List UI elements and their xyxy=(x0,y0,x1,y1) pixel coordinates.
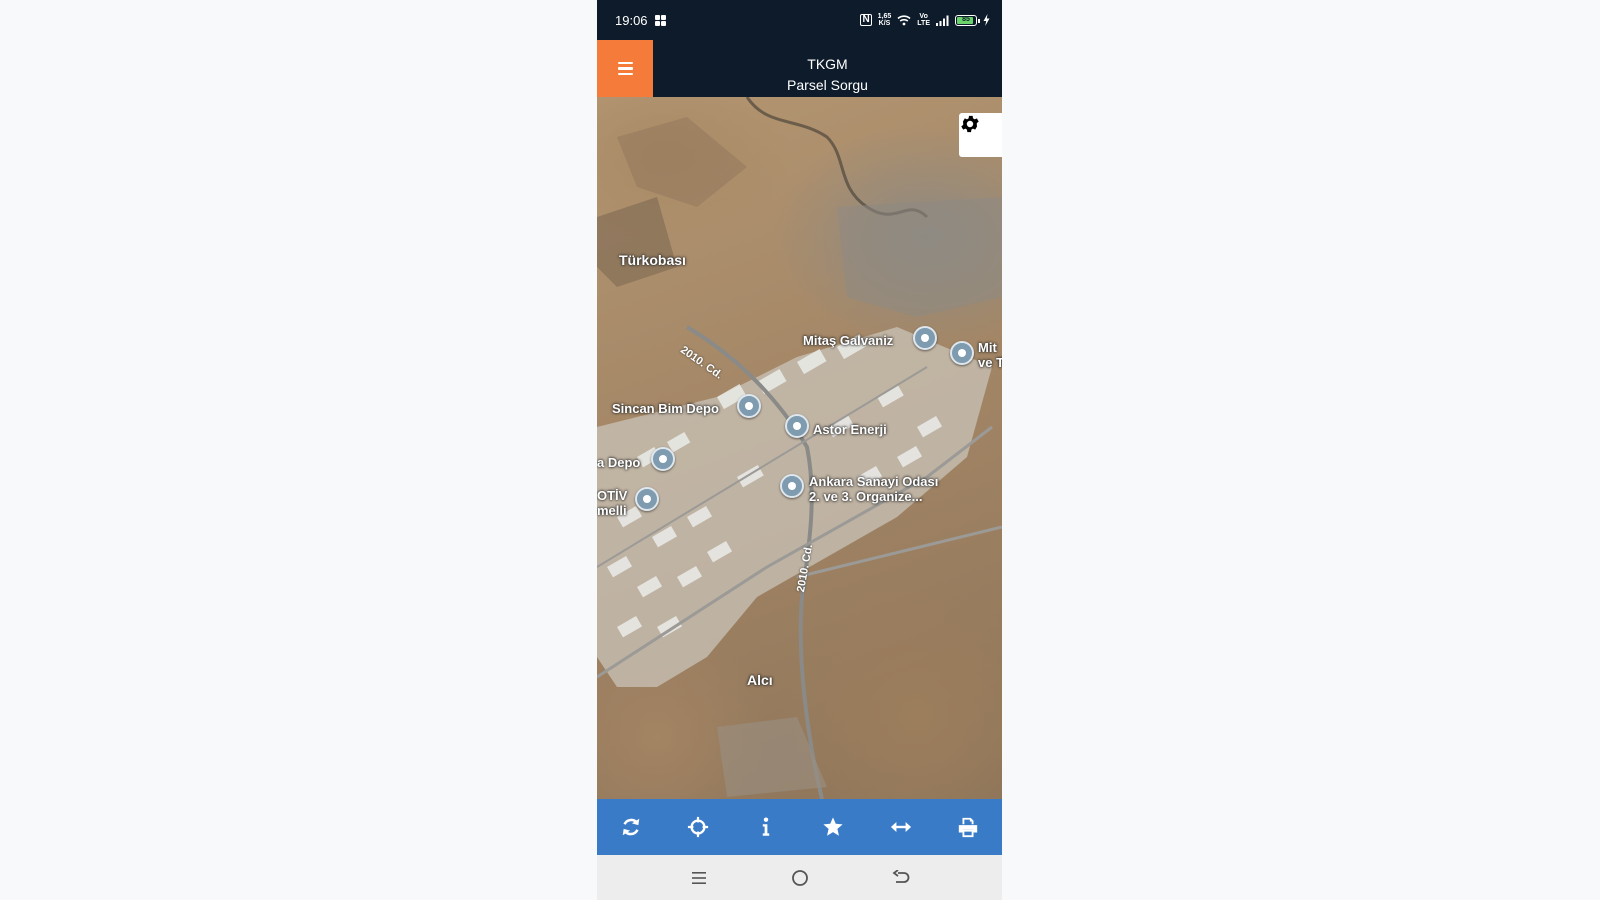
map-pin-ankara-sanayi-odasi[interactable] xyxy=(780,474,804,498)
nfc-icon: N xyxy=(860,14,872,26)
map-label-sincan-bim-depo: Sincan Bim Depo xyxy=(612,401,719,416)
map-pin-mitas-galvaniz[interactable] xyxy=(913,326,937,350)
map-label-turkobasi: Türkobası xyxy=(619,252,686,268)
network-speed-value: 1,65 xyxy=(877,13,892,20)
map-pin-depo[interactable] xyxy=(651,447,675,471)
recent-apps-button[interactable] xyxy=(687,866,711,890)
map-label-mitas-partial: Mit ve T xyxy=(978,340,1002,370)
satellite-map[interactable]: Türkobası 2010. Cd. 2010. Cd. Mitaş Galv… xyxy=(597,97,1002,799)
settings-button[interactable] xyxy=(959,113,1002,157)
app-title-block: TKGM Parsel Sorgu xyxy=(653,54,1002,96)
measure-arrows-icon xyxy=(890,821,911,833)
menu-button[interactable] xyxy=(597,40,653,97)
map-label-otiv-line1: OTİV xyxy=(597,488,628,503)
star-icon xyxy=(823,817,843,836)
app-bar: TKGM Parsel Sorgu xyxy=(597,40,1002,97)
map-label-astor-enerji: Astor Enerji xyxy=(813,422,887,437)
wifi-icon xyxy=(897,15,911,26)
network-speed-unit: K/S xyxy=(878,20,891,27)
back-button[interactable] xyxy=(889,866,913,890)
volte-line1: Vo xyxy=(919,13,928,20)
map-toolbar xyxy=(597,799,1002,855)
signal-icon xyxy=(936,15,949,26)
refresh-icon xyxy=(622,818,639,836)
back-icon xyxy=(892,869,909,883)
crosshairs-icon xyxy=(688,816,709,838)
volte-indicator: Vo LTE xyxy=(917,13,930,27)
android-nav-bar xyxy=(597,855,1002,900)
hamburger-menu-icon xyxy=(617,61,633,76)
status-bar: 19:06 N 1,65 K/S Vo LTE 85 xyxy=(597,0,1002,40)
map-pin-astor-enerji[interactable] xyxy=(785,414,809,438)
info-icon xyxy=(762,817,769,836)
refresh-button[interactable] xyxy=(597,799,665,855)
recent-apps-icon xyxy=(691,871,706,884)
map-label-alci: Alcı xyxy=(747,672,773,688)
home-button[interactable] xyxy=(788,866,812,890)
charging-icon xyxy=(983,14,990,26)
phone-screen: 19:06 N 1,65 K/S Vo LTE 85 TKGM Parsel S… xyxy=(597,0,1002,900)
measure-button[interactable] xyxy=(867,799,935,855)
map-label-mitas-partial-line1: Mit xyxy=(978,340,997,355)
home-icon xyxy=(791,869,808,886)
print-icon xyxy=(959,817,978,838)
apps-grid-icon xyxy=(655,15,666,26)
map-label-aso: Ankara Sanayi Odası 2. ve 3. Organize... xyxy=(809,474,938,504)
status-time: 19:06 xyxy=(615,13,648,28)
status-icons: N 1,65 K/S Vo LTE 85 xyxy=(860,11,990,29)
app-subtitle: Parsel Sorgu xyxy=(787,77,868,93)
map-label-aso-line2: 2. ve 3. Organize... xyxy=(809,489,923,504)
network-speed: 1,65 K/S xyxy=(878,13,892,27)
app-title: TKGM xyxy=(807,56,848,72)
map-pin-otiv[interactable] xyxy=(635,487,659,511)
battery-level: 85 xyxy=(962,15,970,23)
map-label-mitas-galvaniz: Mitaş Galvaniz xyxy=(803,333,894,348)
info-button[interactable] xyxy=(732,799,800,855)
battery-icon: 85 xyxy=(955,14,980,26)
locate-button[interactable] xyxy=(665,799,733,855)
print-button[interactable] xyxy=(935,799,1003,855)
map-label-otiv-line2: melli xyxy=(597,503,627,518)
map-pin-mitas-partial[interactable] xyxy=(950,341,974,365)
map-label-otiv-partial: OTİV melli xyxy=(597,488,627,518)
gear-icon xyxy=(961,115,979,133)
map-label-aso-line1: Ankara Sanayi Odası xyxy=(809,474,939,489)
favorites-button[interactable] xyxy=(800,799,868,855)
volte-line2: LTE xyxy=(917,20,930,27)
map-label-depo-partial: a Depo xyxy=(597,455,641,470)
map-label-mitas-partial-line2: ve T xyxy=(978,355,1002,370)
map-pin-sincan-bim-depo[interactable] xyxy=(737,394,761,418)
